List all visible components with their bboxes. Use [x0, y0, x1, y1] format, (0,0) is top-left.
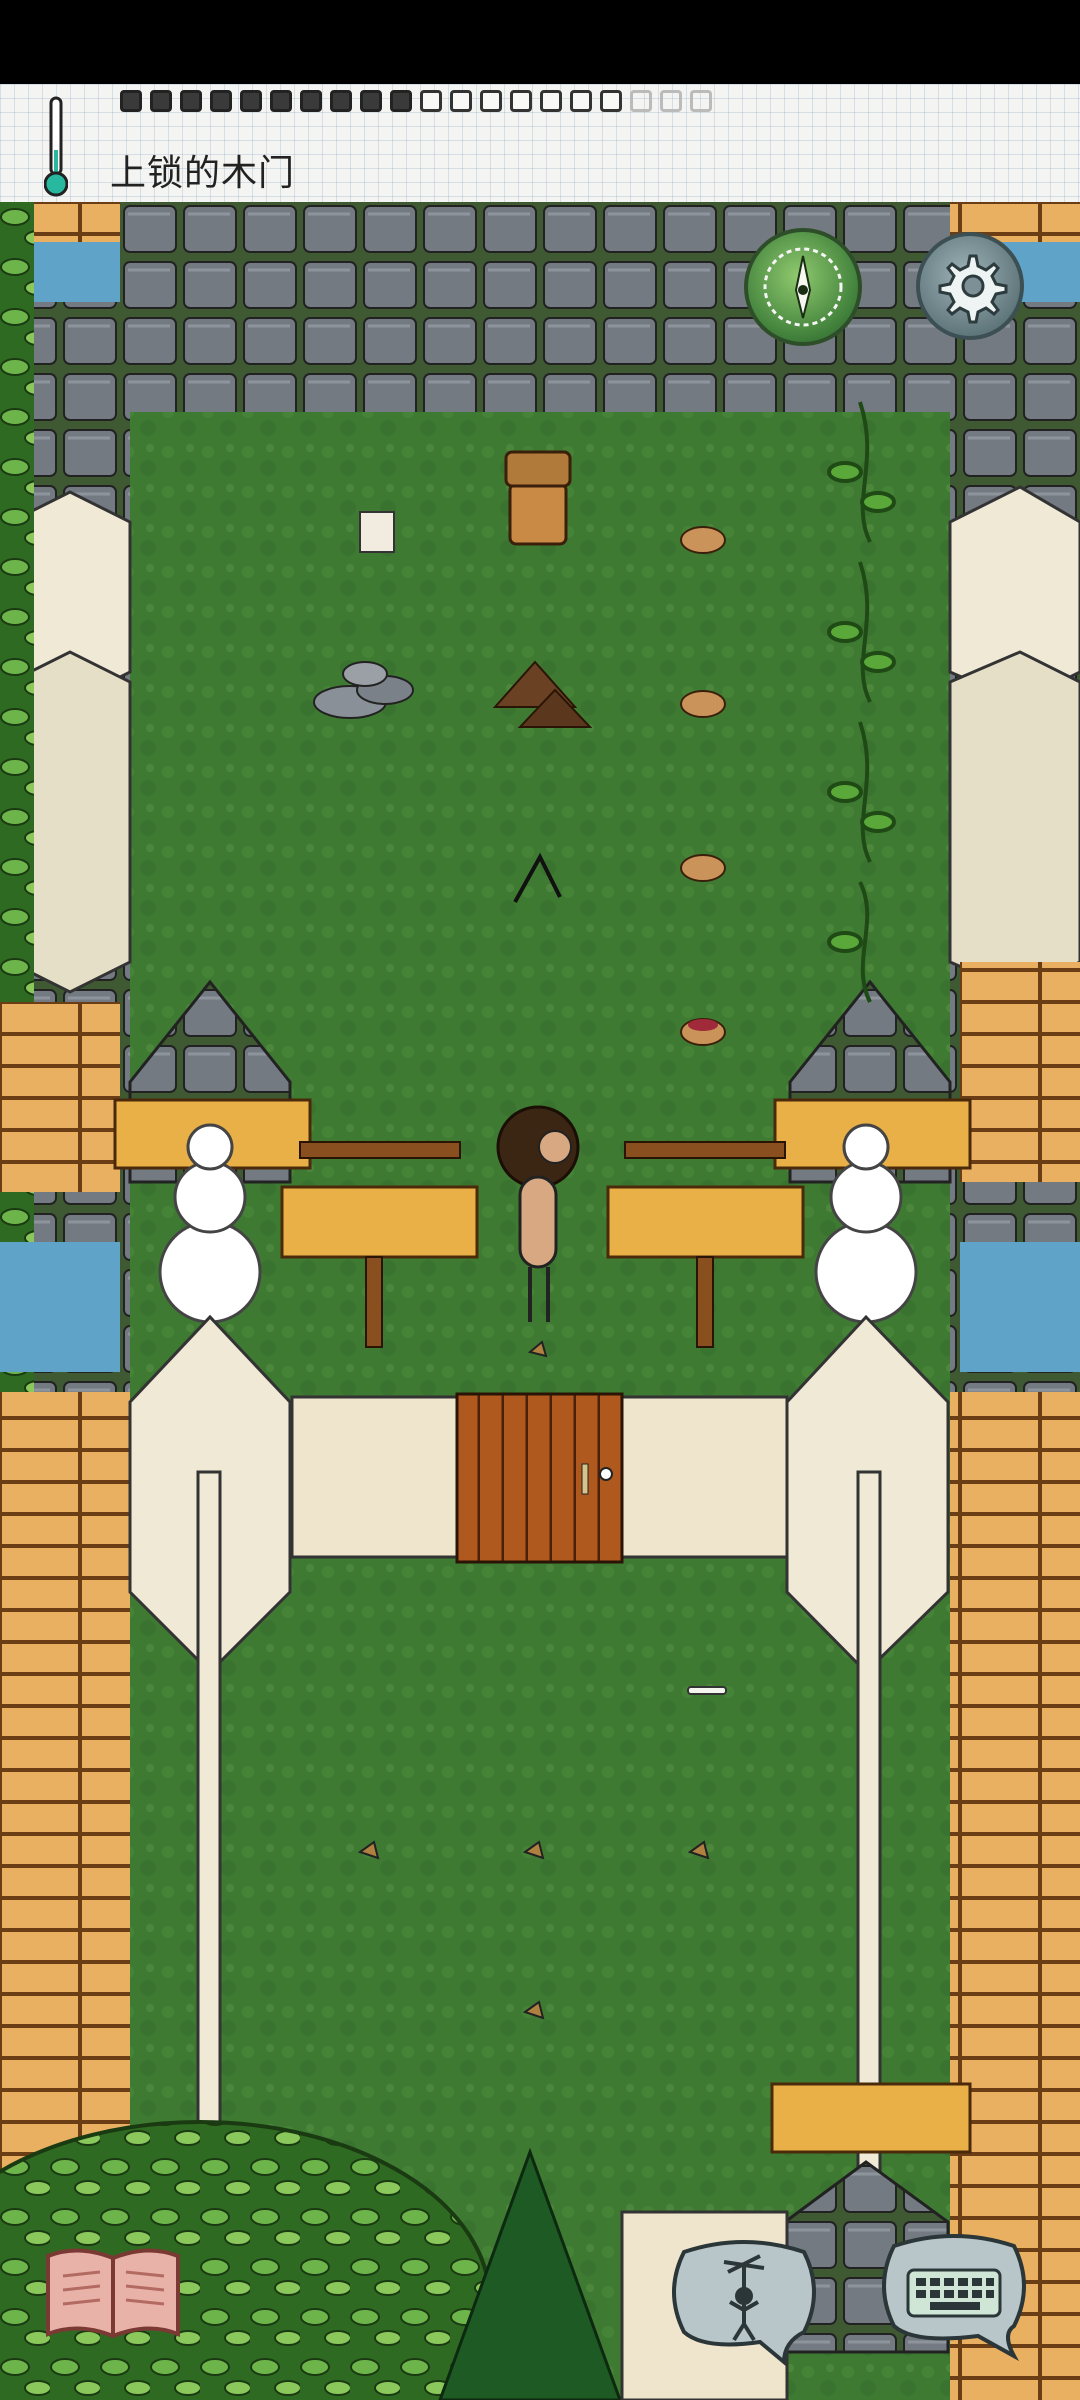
food-pip-full: [360, 90, 382, 112]
food-pip-empty: [450, 90, 472, 112]
compass-icon: [763, 247, 843, 327]
food-pip-full: [120, 90, 142, 112]
limestone-blocks-right: [948, 485, 1080, 994]
food-pip-empty: [660, 90, 682, 112]
fence-post-left: [196, 1470, 222, 2174]
food-pip-full: [240, 90, 262, 112]
compass-button[interactable]: [744, 228, 862, 346]
plank-stack-right: [960, 962, 1080, 1182]
plank-stack-left: [0, 1002, 120, 1192]
paper-note[interactable]: [359, 511, 395, 553]
food-meter: [120, 90, 712, 112]
gear-icon: [938, 254, 1008, 324]
food-pip-empty: [420, 90, 442, 112]
status-bar: [0, 0, 1080, 84]
settings-button[interactable]: [916, 232, 1024, 340]
basket-on-crate[interactable]: [504, 450, 572, 546]
bowl-1[interactable]: [680, 526, 726, 554]
open-book-icon: [46, 2248, 180, 2339]
location-name: 上锁的木门: [110, 153, 296, 194]
food-pip-empty: [630, 90, 652, 112]
chat-keyboard-button[interactable]: [874, 2226, 1034, 2366]
plank-top-left: [20, 202, 120, 242]
food-pip-full: [180, 90, 202, 112]
food-pip-full: [330, 90, 352, 112]
world-canvas[interactable]: [0, 202, 1080, 2400]
notebook-header: 上锁的木门: [0, 84, 1080, 204]
fence-post-right: [856, 1470, 882, 2174]
keyboard-speech-bubble-icon: [882, 2234, 1026, 2362]
food-pip-empty: [570, 90, 592, 112]
food-pip-full: [300, 90, 322, 112]
game-screen: 上锁的木门: [0, 0, 1080, 2400]
journal-button[interactable]: [38, 2238, 188, 2348]
food-pip-empty: [690, 90, 712, 112]
food-pip-empty: [510, 90, 532, 112]
berry-bowl[interactable]: [680, 1018, 726, 1046]
plank-shelf-lower: [770, 2082, 972, 2154]
bowl-2[interactable]: [680, 690, 726, 718]
bowl-3[interactable]: [680, 854, 726, 882]
water-mid-right: [960, 1242, 1080, 1372]
water-mid-left: [0, 1242, 120, 1372]
food-pip-full: [210, 90, 232, 112]
game-world[interactable]: [0, 202, 1080, 2400]
emote-button[interactable]: [664, 2232, 824, 2372]
food-pip-full: [150, 90, 172, 112]
food-pip-empty: [600, 90, 622, 112]
bone[interactable]: [687, 1686, 727, 1695]
locked-wooden-door[interactable]: [455, 1392, 624, 1564]
food-pip-full: [270, 90, 292, 112]
puppet-speech-bubble-icon: [672, 2240, 816, 2367]
stone-wall-top: [0, 202, 1080, 412]
water-top-left: [20, 242, 120, 302]
thermometer-icon[interactable]: [44, 96, 68, 200]
food-pip-empty: [540, 90, 562, 112]
food-pip-full: [390, 90, 412, 112]
food-pip-empty: [480, 90, 502, 112]
